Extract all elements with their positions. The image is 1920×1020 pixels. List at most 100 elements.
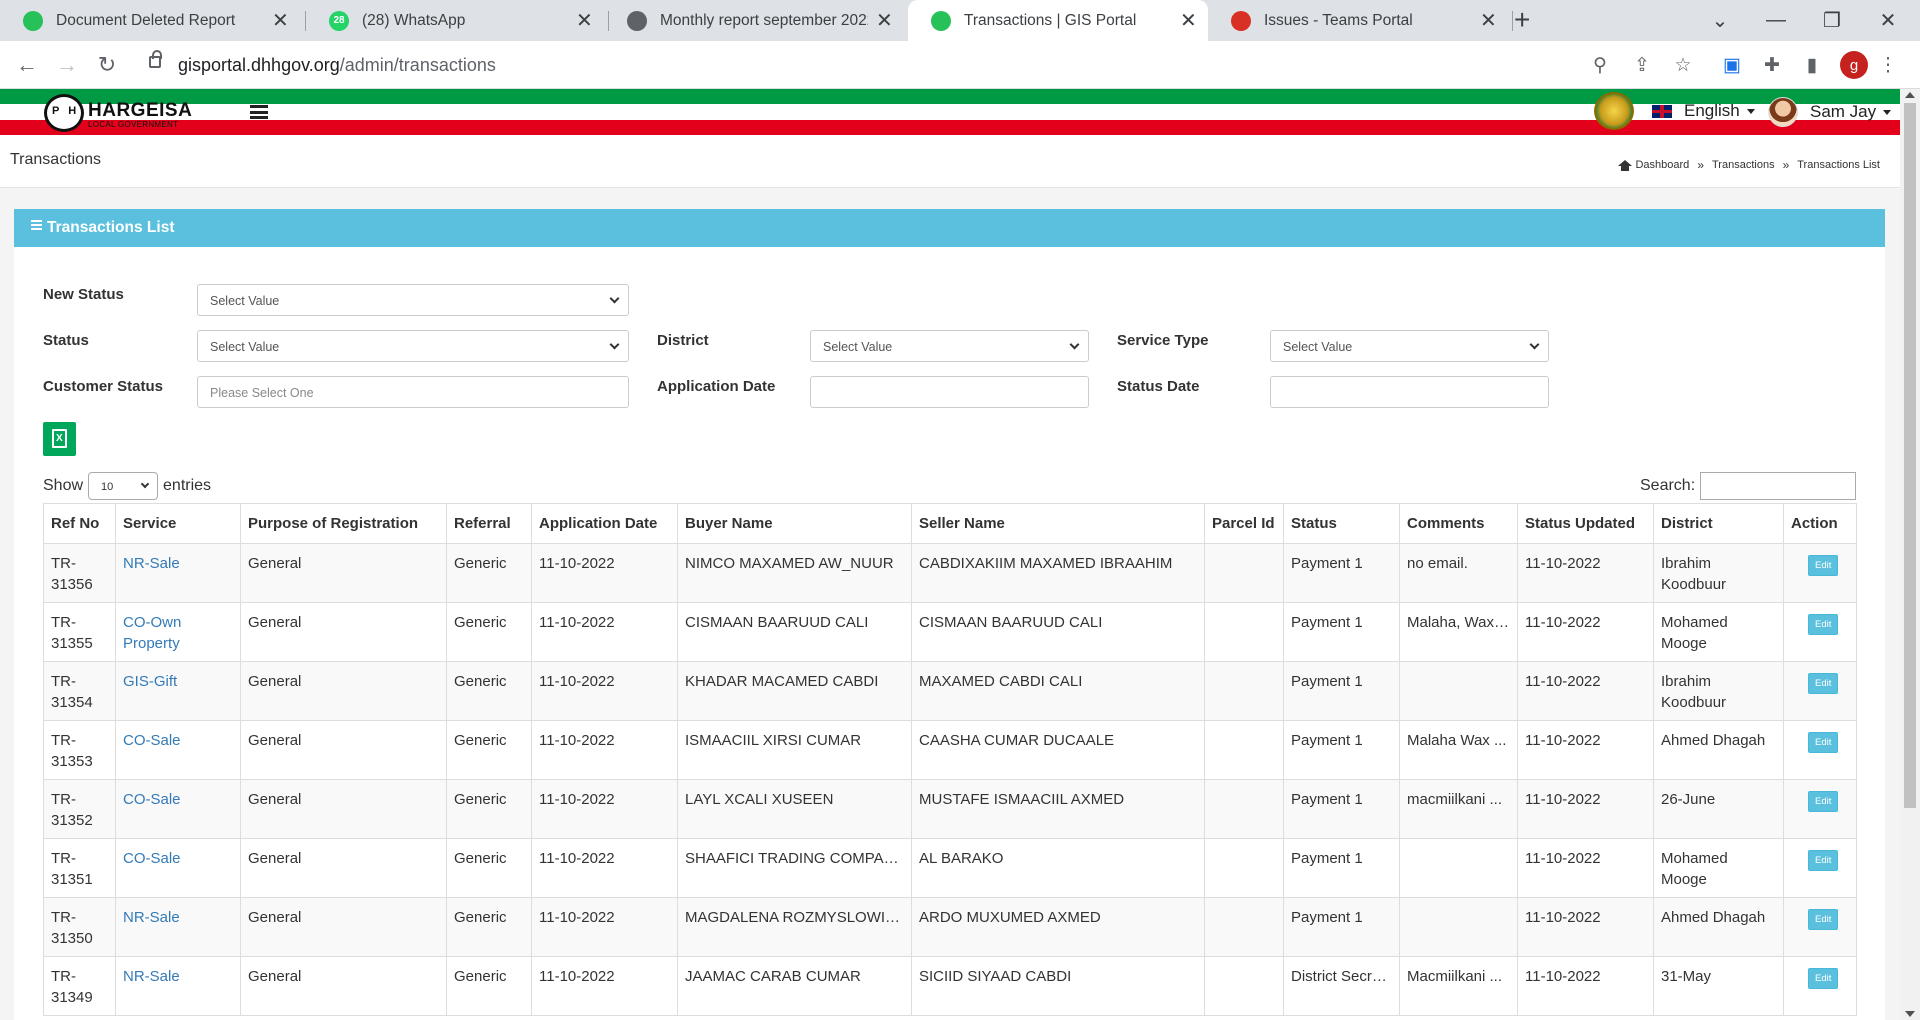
- parcel-id-cell: [1204, 779, 1284, 839]
- parcel-id-cell: [1204, 838, 1284, 898]
- service-link[interactable]: NR-Sale: [115, 543, 241, 603]
- hamburger-menu-icon[interactable]: [250, 105, 268, 119]
- column-header[interactable]: Application Date: [531, 503, 678, 544]
- table-row: TR-31350 NR-Sale General Generic 11-10-2022 M…: [43, 897, 1857, 957]
- purpose-cell: General: [240, 602, 447, 662]
- action-cell: Edit: [1783, 838, 1857, 898]
- forward-arrow-icon[interactable]: →: [49, 47, 85, 83]
- user-name: Sam Jay: [1810, 102, 1877, 121]
- column-header[interactable]: Seller Name: [911, 503, 1205, 544]
- extension-blue-icon[interactable]: ▣: [1719, 53, 1745, 77]
- customer-status-input[interactable]: Please Select One: [197, 376, 629, 408]
- share-icon[interactable]: ⇪: [1629, 53, 1655, 77]
- comments-cell: [1399, 838, 1518, 898]
- scrollbar-thumb[interactable]: [1904, 103, 1916, 808]
- export-excel-button[interactable]: [43, 422, 76, 456]
- application-date-cell: 11-10-2022: [531, 602, 678, 662]
- back-arrow-icon[interactable]: ←: [9, 47, 45, 83]
- edit-button[interactable]: Edit: [1808, 968, 1839, 989]
- breadcrumb-transactions[interactable]: Transactions: [1712, 159, 1775, 171]
- browser-tab[interactable]: Issues - Teams Portal ✕: [1208, 0, 1508, 41]
- service-link[interactable]: CO-Sale: [115, 838, 241, 898]
- lock-icon: [149, 50, 162, 68]
- status-date-input[interactable]: [1270, 376, 1549, 408]
- column-header[interactable]: Ref No: [43, 503, 116, 544]
- column-header[interactable]: Status: [1283, 503, 1400, 544]
- new-status-select[interactable]: Select Value: [197, 284, 629, 316]
- browser-tab-active[interactable]: Transactions | GIS Portal ✕: [908, 0, 1208, 41]
- service-link[interactable]: NR-Sale: [115, 956, 241, 1016]
- service-link[interactable]: CO-Sale: [115, 779, 241, 839]
- column-header[interactable]: District: [1653, 503, 1784, 544]
- browser-tab[interactable]: Document Deleted Report ✕: [0, 0, 300, 41]
- service-type-select[interactable]: Select Value: [1270, 330, 1549, 362]
- comments-cell: [1399, 897, 1518, 957]
- edit-button[interactable]: Edit: [1808, 614, 1839, 635]
- close-icon[interactable]: ✕: [1180, 8, 1197, 33]
- seller-name-cell: MUSTAFE ISMAACIIL AXMED: [911, 779, 1205, 839]
- window-close-icon[interactable]: ✕: [1860, 0, 1916, 41]
- browser-tab[interactable]: 28 (28) WhatsApp ✕: [306, 0, 604, 41]
- service-link[interactable]: NR-Sale: [115, 897, 241, 957]
- district-select[interactable]: Select Value: [810, 330, 1089, 362]
- zoom-icon[interactable]: ⚲: [1587, 53, 1613, 77]
- edit-button[interactable]: Edit: [1808, 909, 1839, 930]
- column-header[interactable]: Referral: [446, 503, 532, 544]
- user-menu[interactable]: Sam Jay: [1768, 97, 1892, 127]
- action-cell: Edit: [1783, 720, 1857, 780]
- close-icon[interactable]: ✕: [1480, 8, 1497, 33]
- service-link[interactable]: CO-Sale: [115, 720, 241, 780]
- buyer-name-cell: LAYL XCALI XUSEEN: [677, 779, 912, 839]
- side-panel-icon[interactable]: ▮: [1799, 53, 1825, 77]
- close-icon[interactable]: ✕: [272, 8, 289, 33]
- breadcrumb-dashboard[interactable]: Dashboard: [1635, 159, 1689, 171]
- service-link[interactable]: CO-Own Property: [115, 602, 241, 662]
- column-header[interactable]: Service: [115, 503, 241, 544]
- application-date-input[interactable]: [810, 376, 1089, 408]
- edit-button[interactable]: Edit: [1808, 555, 1839, 576]
- edit-button[interactable]: Edit: [1808, 732, 1839, 753]
- service-link[interactable]: GIS-Gift: [115, 661, 241, 721]
- content-header: Transactions Dashboard » Transactions » …: [0, 135, 1900, 188]
- column-header[interactable]: Buyer Name: [677, 503, 912, 544]
- profile-avatar[interactable]: g: [1840, 51, 1868, 79]
- district-cell: 31-May: [1653, 956, 1784, 1016]
- close-icon[interactable]: ✕: [876, 8, 893, 33]
- scroll-up-icon[interactable]: [1905, 92, 1915, 98]
- seller-name-cell: CISMAAN BAARUUD CALI: [911, 602, 1205, 662]
- search-input[interactable]: [1700, 472, 1857, 500]
- edit-button[interactable]: Edit: [1808, 673, 1839, 694]
- purpose-cell: General: [240, 779, 447, 839]
- column-header[interactable]: Comments: [1399, 503, 1518, 544]
- reload-icon[interactable]: ↻: [89, 47, 125, 83]
- column-header[interactable]: Status Updated: [1517, 503, 1654, 544]
- entries-label: entries: [163, 477, 212, 494]
- status-cell: Payment 1: [1283, 602, 1400, 662]
- browser-tab[interactable]: Monthly report september 2022... ✕: [604, 0, 904, 41]
- status-select[interactable]: Select Value: [197, 330, 629, 362]
- minimize-icon[interactable]: —: [1748, 0, 1804, 41]
- language-dropdown[interactable]: English: [1652, 101, 1755, 121]
- new-tab-icon[interactable]: +: [1514, 4, 1530, 36]
- table-header-row: Ref No Service Purpose of Registration R…: [43, 503, 1857, 544]
- column-header[interactable]: Parcel Id: [1204, 503, 1284, 544]
- excel-file-icon: [52, 429, 67, 448]
- restore-icon[interactable]: ❐: [1804, 0, 1860, 41]
- close-icon[interactable]: ✕: [576, 8, 593, 33]
- column-header[interactable]: Purpose of Registration: [240, 503, 447, 544]
- edit-button[interactable]: Edit: [1808, 791, 1839, 812]
- scroll-down-icon[interactable]: [1905, 1011, 1915, 1017]
- column-header[interactable]: Action: [1783, 503, 1857, 544]
- bookmark-star-icon[interactable]: ☆: [1670, 53, 1696, 77]
- comments-cell: macmiilkani ...: [1399, 779, 1518, 839]
- status-label: Status: [43, 332, 89, 349]
- extensions-puzzle-icon[interactable]: ✚: [1759, 53, 1785, 77]
- language-label: English: [1684, 101, 1740, 120]
- tab-search-icon[interactable]: ⌄: [1692, 0, 1748, 41]
- panel-title: Transactions List: [47, 219, 175, 236]
- menu-kebab-icon[interactable]: ⋮: [1879, 53, 1898, 77]
- entries-length-select[interactable]: 10: [88, 472, 159, 500]
- table-row: TR-31354 GIS-Gift General Generic 11-10-2022…: [43, 661, 1857, 721]
- edit-button[interactable]: Edit: [1808, 850, 1839, 871]
- page-scrollbar[interactable]: [1900, 89, 1920, 1020]
